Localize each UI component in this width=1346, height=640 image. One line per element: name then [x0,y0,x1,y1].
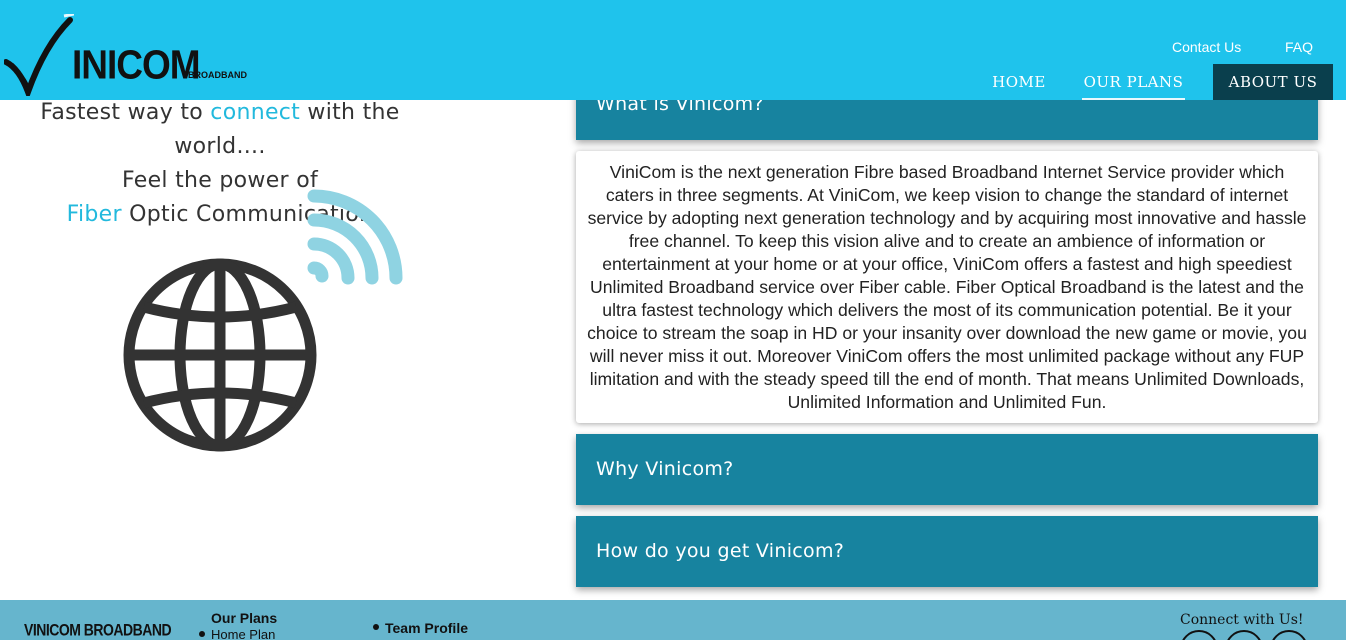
nav-about-us[interactable]: ABOUT US [1213,64,1333,100]
faq-link[interactable]: FAQ [1285,39,1313,55]
footer-link-label: Home Plan [211,627,276,640]
hero-highlight-fiber: Fiber [66,202,122,227]
nav-home[interactable]: HOME [980,64,1058,100]
globe-icon [123,258,317,452]
footer-team-profile-link[interactable]: Team Profile [373,620,468,636]
hero-line-1: Fastest way to connect with the [0,96,440,130]
bullet [373,624,379,631]
hero-text-part: with the [300,100,400,125]
about-paragraph: ViniCom is the next generation Fibre bas… [587,162,1307,412]
bullet [199,630,205,637]
accordion-why-vinicom[interactable]: Why Vinicom? [576,434,1318,505]
facebook-icon[interactable] [1180,630,1218,640]
connect-with-us-label: Connect with Us! [1180,612,1304,628]
footer-plans-heading: Our Plans [211,610,278,626]
contact-us-link[interactable]: Contact Us [1172,39,1241,55]
accordion-how-to-get-vinicom[interactable]: How do you get Vinicom? [576,516,1318,587]
accordion-title: How do you get Vinicom? [596,540,845,562]
twitter-icon[interactable] [1225,630,1263,640]
page: INICOM BROADBAND Contact Us FAQ HOME OUR… [0,0,1346,640]
hero-text-part: Fastest way to [40,100,211,125]
accordion-body-what-is-vinicom: ViniCom is the next generation Fibre bas… [576,151,1318,423]
main-nav: HOME OUR PLANS ABOUT US [0,64,1346,100]
site-footer: VINICOM BROADBAND Our Plans Home Plan Te… [0,600,1346,640]
footer-brand: VINICOM BROADBAND [24,620,172,640]
google-plus-icon[interactable] [1270,630,1308,640]
hero-highlight-connect: connect [210,100,301,125]
site-header: INICOM BROADBAND Contact Us FAQ HOME OUR… [0,0,1346,100]
hero-line-2: world.... [174,134,266,159]
nav-our-plans[interactable]: OUR PLANS [1082,64,1185,100]
footer-home-plan-link[interactable]: Home Plan [199,627,275,640]
footer-link-label: Team Profile [385,620,468,636]
accordion-title: Why Vinicom? [596,458,734,480]
